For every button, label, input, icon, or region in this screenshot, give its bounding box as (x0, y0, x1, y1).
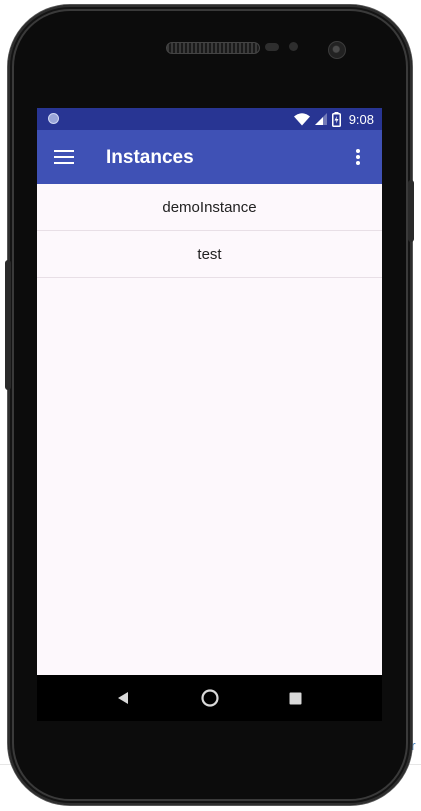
front-camera (328, 41, 346, 59)
battery-icon (331, 111, 341, 127)
overflow-menu-button[interactable] (346, 144, 370, 170)
list-item-test[interactable]: test (37, 231, 382, 278)
earpiece-speaker (166, 42, 260, 54)
wifi-icon (293, 112, 310, 125)
status-time: 9:08 (348, 111, 374, 127)
power-button (408, 180, 414, 242)
list-item-label: demoInstance (162, 198, 257, 216)
system-nav-bar (37, 675, 382, 721)
more-vert-icon (356, 149, 360, 165)
recents-button[interactable] (283, 686, 307, 710)
page: or 9:08 (0, 0, 421, 811)
hamburger-menu-icon (54, 150, 74, 164)
status-icons: 9:08 (293, 108, 374, 130)
app-bar: Instances (37, 130, 382, 184)
back-button[interactable] (111, 686, 135, 710)
recents-square-icon (289, 692, 301, 704)
notification-dot-icon (48, 113, 59, 124)
light-sensor (289, 42, 298, 51)
list-item-label: test (197, 245, 222, 263)
list-item-demoinstance[interactable]: demoInstance (37, 184, 382, 231)
home-circle-icon (201, 689, 219, 707)
device-screen: 9:08 Instances demoInstance test (37, 108, 382, 721)
proximity-sensor (265, 43, 279, 51)
navigation-menu-button[interactable] (51, 144, 77, 170)
volume-button (5, 260, 11, 390)
home-button[interactable] (198, 686, 222, 710)
page-title: Instances (106, 147, 194, 168)
instance-list: demoInstance test (37, 184, 382, 278)
status-bar: 9:08 (37, 108, 382, 130)
signal-icon (314, 113, 327, 125)
back-triangle-icon (118, 692, 128, 704)
